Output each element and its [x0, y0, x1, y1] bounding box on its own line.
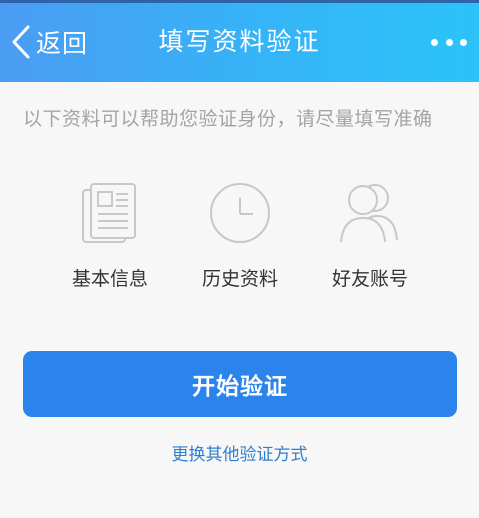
clock-icon: [207, 180, 273, 246]
friends-icon: [337, 180, 403, 246]
option-label: 历史资料: [201, 268, 278, 290]
header-top-line: [0, 0, 479, 3]
change-verification-method-link[interactable]: 更换其他验证方式: [0, 440, 479, 465]
option-label: 基本信息: [71, 268, 148, 290]
more-options-button[interactable]: [431, 32, 467, 52]
hint-text: 以下资料可以帮助您验证身份，请尽量填写准确: [23, 108, 433, 130]
document-icon: [77, 180, 143, 246]
option-friends[interactable]: 好友账号: [300, 180, 440, 291]
back-label: 返回: [36, 29, 89, 58]
option-basic-info[interactable]: 基本信息: [40, 180, 180, 291]
chevron-left-icon: [10, 22, 36, 62]
header-bar: 返回 填写资料验证: [0, 0, 479, 82]
more-dot-icon: [460, 38, 467, 46]
start-verification-button[interactable]: 开始验证: [23, 351, 457, 417]
more-dot-icon: [445, 38, 453, 46]
option-history[interactable]: 历史资料: [170, 180, 310, 291]
verification-page: 返回 填写资料验证 以下资料可以帮助您验证身份，请尽量填写准确 基本信息 历史资…: [0, 0, 479, 518]
back-button[interactable]: 返回: [10, 22, 88, 62]
verification-options: 基本信息 历史资料 好友账号: [0, 180, 479, 300]
option-label: 好友账号: [331, 268, 408, 290]
more-dot-icon: [431, 38, 438, 46]
